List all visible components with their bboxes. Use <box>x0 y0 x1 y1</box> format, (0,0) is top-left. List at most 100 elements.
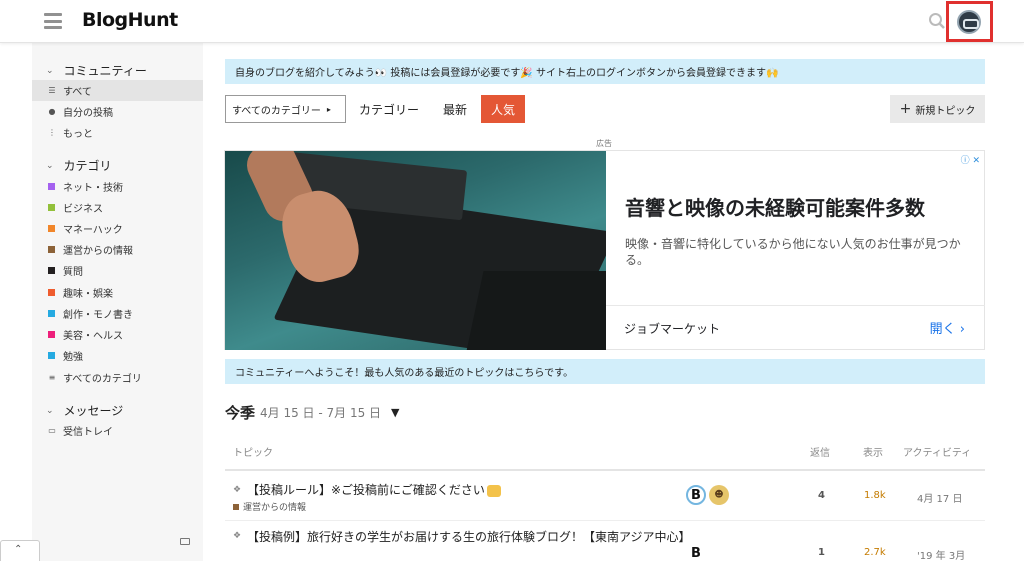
category-color-swatch <box>48 246 55 253</box>
sidebar-item-label: 美容・ヘルス <box>63 331 123 342</box>
ad-footer: ジョブマーケット 開く › <box>606 305 985 350</box>
search-icon[interactable] <box>928 12 946 30</box>
chevron-up-icon: ⌃ <box>14 544 23 555</box>
sidebar-item-label: すべて <box>63 87 92 98</box>
sidebar-item-inbox[interactable]: ▭ 受信トレイ <box>32 420 203 441</box>
caret-right-icon: ▸ <box>326 104 331 114</box>
sidebar-item-label: すべてのカテゴリ <box>63 374 142 385</box>
sidebar-item-label: ビジネス <box>63 204 103 215</box>
ad-image[interactable] <box>225 151 606 350</box>
activity-date[interactable]: 4月 17 日 <box>917 490 962 505</box>
category-color-swatch <box>48 267 55 274</box>
sidebar-section-categories[interactable]: ⌄ カテゴリ <box>46 157 112 174</box>
category-color-swatch <box>233 503 239 510</box>
sidebar-item-more[interactable]: ⋮ もっと <box>32 122 203 143</box>
inbox-icon: ▭ <box>48 426 56 435</box>
site-logo[interactable]: BlogHunt <box>82 9 178 31</box>
sidebar-item-category[interactable]: ビジネス <box>32 197 203 218</box>
category-color-swatch <box>48 331 55 338</box>
sidebar-item-label: ネット・技術 <box>63 183 123 194</box>
new-topic-button[interactable]: + 新規トピック <box>890 95 985 123</box>
category-dropdown-label: すべてのカテゴリー <box>232 105 321 117</box>
sidebar-item-label: マネーハック <box>63 225 123 236</box>
ad-advertiser: ジョブマーケット <box>624 322 721 336</box>
category-color-swatch <box>48 310 55 317</box>
sidebar-item-label: 受信トレイ <box>63 427 113 438</box>
caret-down-icon[interactable]: ▼ <box>391 406 399 419</box>
sidebar-item-category[interactable]: マネーハック <box>32 218 203 239</box>
ad-choices-icon[interactable]: ⓘ ✕ <box>961 153 980 166</box>
hamburger-menu-icon[interactable] <box>44 13 62 29</box>
sidebar-item-all-categories[interactable]: ≡ すべてのカテゴリ <box>32 367 203 388</box>
ad-banner[interactable]: ⓘ ✕ 音響と映像の未経験可能案件多数 映像・音響に特化しているから他にない人気… <box>224 150 985 350</box>
banner-notice: 自身のブログを紹介してみよう👀 投稿には会員登録が必要です🎉 サイト右上のログイ… <box>225 59 985 84</box>
chevron-right-icon: › <box>959 322 965 337</box>
sidebar-item-category[interactable]: 質問 <box>32 260 203 281</box>
view-count: 1.8k <box>864 490 886 501</box>
sidebar-item-category[interactable]: 勉強 <box>32 345 203 366</box>
activity-date[interactable]: '19 年 3月 <box>917 547 965 562</box>
ad-open-label: 開く <box>929 322 956 337</box>
avatar-icon[interactable] <box>957 10 981 34</box>
ad-description: 映像・音響に特化しているから他にない人気のお仕事が見つかる。 <box>625 237 961 267</box>
sidebar-section-community[interactable]: ⌄ コミュニティー <box>46 62 147 79</box>
sidebar: ⌄ コミュニティー ☰ すべて ● 自分の投稿 ⋮ もっと ⌄ カテゴリ ネット… <box>32 43 203 561</box>
sidebar-item-category[interactable]: 趣味・娯楽 <box>32 282 203 303</box>
column-header-views[interactable]: 表示 <box>863 444 883 459</box>
view-count: 2.7k <box>864 547 886 558</box>
sidebar-item-label: 趣味・娯楽 <box>63 289 113 300</box>
chevron-down-icon: ⌄ <box>46 65 54 76</box>
ad-open-button[interactable]: 開く › <box>930 318 965 337</box>
reply-count: 1 <box>818 547 825 558</box>
collapse-toggle[interactable]: ⌃ <box>0 540 40 561</box>
pin-icon: ❖ <box>233 485 242 495</box>
topic-title[interactable]: 【投稿例】旅行好きの学生がお届けする生の旅行体験ブログ！【東南アジア中心】 <box>247 528 707 546</box>
sidebar-item-label: 自分の投稿 <box>63 108 113 119</box>
poster-avatar[interactable]: B <box>686 485 706 505</box>
user-icon: ● <box>48 107 56 116</box>
sidebar-item-my-posts[interactable]: ● 自分の投稿 <box>32 101 203 122</box>
list-icon: ≡ <box>48 373 56 382</box>
welcome-notice: コミュニティーへようこそ！最も人気のある最近のトピックはこちらです。 <box>225 359 985 384</box>
sidebar-footer <box>32 534 203 561</box>
tab-categories[interactable]: カテゴリー <box>359 95 419 123</box>
topic-category-label: 運営からの情報 <box>243 503 307 513</box>
poster-avatar[interactable]: ☻ <box>709 485 729 505</box>
pin-icon: ❖ <box>233 531 242 541</box>
category-color-swatch <box>48 225 55 232</box>
topic-title[interactable]: 【投稿ルール】※ご投稿前にご確認ください <box>247 481 501 499</box>
sidebar-item-category[interactable]: 創作・モノ書き <box>32 303 203 324</box>
site-header: BlogHunt <box>0 0 1024 43</box>
category-color-swatch <box>48 183 55 190</box>
sidebar-item-category[interactable]: 運営からの情報 <box>32 239 203 260</box>
reply-count: 4 <box>818 490 825 501</box>
sidebar-item-all[interactable]: ☰ すべて <box>32 80 203 101</box>
chevron-down-icon: ⌄ <box>46 405 54 416</box>
topic-category[interactable]: 運営からの情報 <box>233 500 306 513</box>
category-color-swatch <box>48 289 55 296</box>
keyboard-icon[interactable] <box>180 538 190 545</box>
column-header-activity[interactable]: アクティビティ <box>903 444 971 459</box>
user-avatar-highlight[interactable] <box>946 1 993 42</box>
sidebar-section-label: メッセージ <box>63 404 124 418</box>
sidebar-item-label: 創作・モノ書き <box>63 310 133 321</box>
chevron-down-icon: ⌄ <box>46 160 54 171</box>
ad-title[interactable]: 音響と映像の未経験可能案件多数 <box>625 192 925 221</box>
sidebar-item-category[interactable]: ネット・技術 <box>32 176 203 197</box>
tab-top[interactable]: 人気 <box>481 95 526 123</box>
sidebar-section-messages[interactable]: ⌄ メッセージ <box>46 402 123 419</box>
column-header-replies[interactable]: 返信 <box>810 444 830 459</box>
category-color-swatch <box>48 204 55 211</box>
poster-avatar[interactable]: B <box>686 543 706 563</box>
sidebar-item-label: 運営からの情報 <box>63 246 133 257</box>
table-row[interactable]: ❖ 【投稿ルール】※ご投稿前にご確認ください 運営からの情報 B ☻ 4 1.8… <box>225 471 985 521</box>
category-dropdown[interactable]: すべてのカテゴリー ▸ <box>225 95 346 123</box>
table-row[interactable]: ❖ 【投稿例】旅行好きの学生がお届けする生の旅行体験ブログ！【東南アジア中心】 … <box>225 521 985 563</box>
period-selector[interactable]: 今季 4月 15 日 - 7月 15 日 ▼ <box>225 402 400 423</box>
layers-icon: ☰ <box>48 86 56 95</box>
topic-nav: すべてのカテゴリー ▸ カテゴリー 最新 人気 + 新規トピック <box>225 95 985 123</box>
sidebar-item-category[interactable]: 美容・ヘルス <box>32 324 203 345</box>
column-header-topic[interactable]: トピック <box>233 444 273 459</box>
tab-latest[interactable]: 最新 <box>443 95 467 123</box>
ellipsis-vertical-icon: ⋮ <box>48 128 56 137</box>
